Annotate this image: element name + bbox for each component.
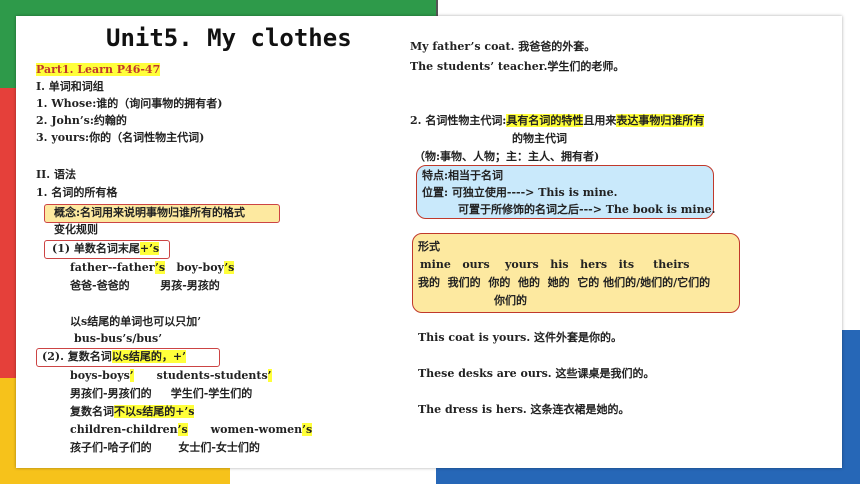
page-title: Unit5. My clothes: [106, 24, 352, 52]
rule-2: (2). 复数名词以s结尾的，+’: [42, 350, 186, 363]
forms-zh-2: 你们的: [494, 294, 527, 307]
note-s: 以s结尾的单词也可以只加’: [70, 315, 202, 328]
forms-heading: 形式: [418, 240, 440, 253]
section-vocab: I. 单词和词组: [36, 80, 104, 93]
grammar-2: 2. 名词性物主代词:具有名词的特性且用来表达事物归谁所有: [410, 114, 705, 127]
section-grammar: II. 语法: [36, 168, 76, 181]
word-2: 2. John’s:约翰的: [36, 114, 127, 127]
example-father-coat: My father’s coat. 我爸爸的外套。: [410, 40, 596, 53]
feature-1: 特点:相当于名词: [422, 169, 504, 182]
sentence-1: This coat is yours. 这件外套是你的。: [418, 331, 623, 344]
grammar-1: 1. 名词的所有格: [36, 186, 118, 199]
sentence-3: The dress is hers. 这条连衣裙是她的。: [418, 403, 630, 416]
example-2-zh: 男孩们-男孩们的 学生们-学生们的: [70, 387, 253, 400]
concept-text: 概念:名词用来说明事物归谁所有的格式: [54, 206, 246, 219]
example-1: father--father’s boy-boy’s: [70, 261, 235, 274]
example-3-zh: 孩子们-哈子们的 女士们-女士们的: [70, 441, 260, 454]
rule-heading: 变化规则: [54, 223, 98, 236]
forms-box: [412, 233, 740, 313]
example-3: children-children’s women-women’s: [70, 423, 313, 436]
separator-line: [436, 0, 438, 16]
example-students-teacher: The students’ teacher.学生们的老师。: [410, 60, 625, 73]
feature-3: 可置于所修饰的名词之后---> The book is mine.: [458, 203, 716, 216]
example-2: boys-boys’ students-students’: [70, 369, 272, 382]
part-heading: Part1. Learn P46-47: [36, 63, 161, 76]
sentence-2: These desks are ours. 这些课桌是我们的。: [418, 367, 655, 380]
forms-zh: 我的 我们的 你的 他的 她的 它的 他们的/她们的/它们的: [418, 276, 711, 289]
rule-3: 复数名词不以s结尾的+’s: [70, 405, 195, 418]
feature-2: 位置: 可独立使用----> This is mine.: [422, 186, 618, 199]
grammar-2-cont: 的物主代词: [512, 132, 567, 145]
example-1-zh: 爸爸-爸爸的 男孩-男孩的: [70, 279, 220, 292]
forms-en: mine ours yours his hers its theirs: [420, 258, 690, 271]
grammar-2-note: （物:事物、人物；主：主人、拥有者): [414, 150, 600, 163]
rule-1: (1) 单数名词末尾+’s: [52, 242, 160, 255]
word-1: 1. Whose:谁的（询问事物的拥有者): [36, 97, 223, 110]
word-3: 3. yours:你的（名词性物主代词): [36, 131, 205, 144]
note-bus: bus-bus’s/bus’: [74, 332, 163, 345]
